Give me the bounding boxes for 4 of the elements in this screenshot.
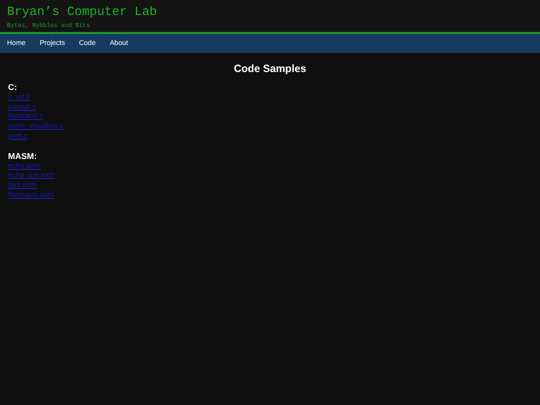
site-title: Bryan’s Computer Lab [7,5,158,19]
page-heading: Code Samples [232,63,308,75]
section-heading: MASM: [8,150,37,161]
section-heading: C: [8,82,17,92]
